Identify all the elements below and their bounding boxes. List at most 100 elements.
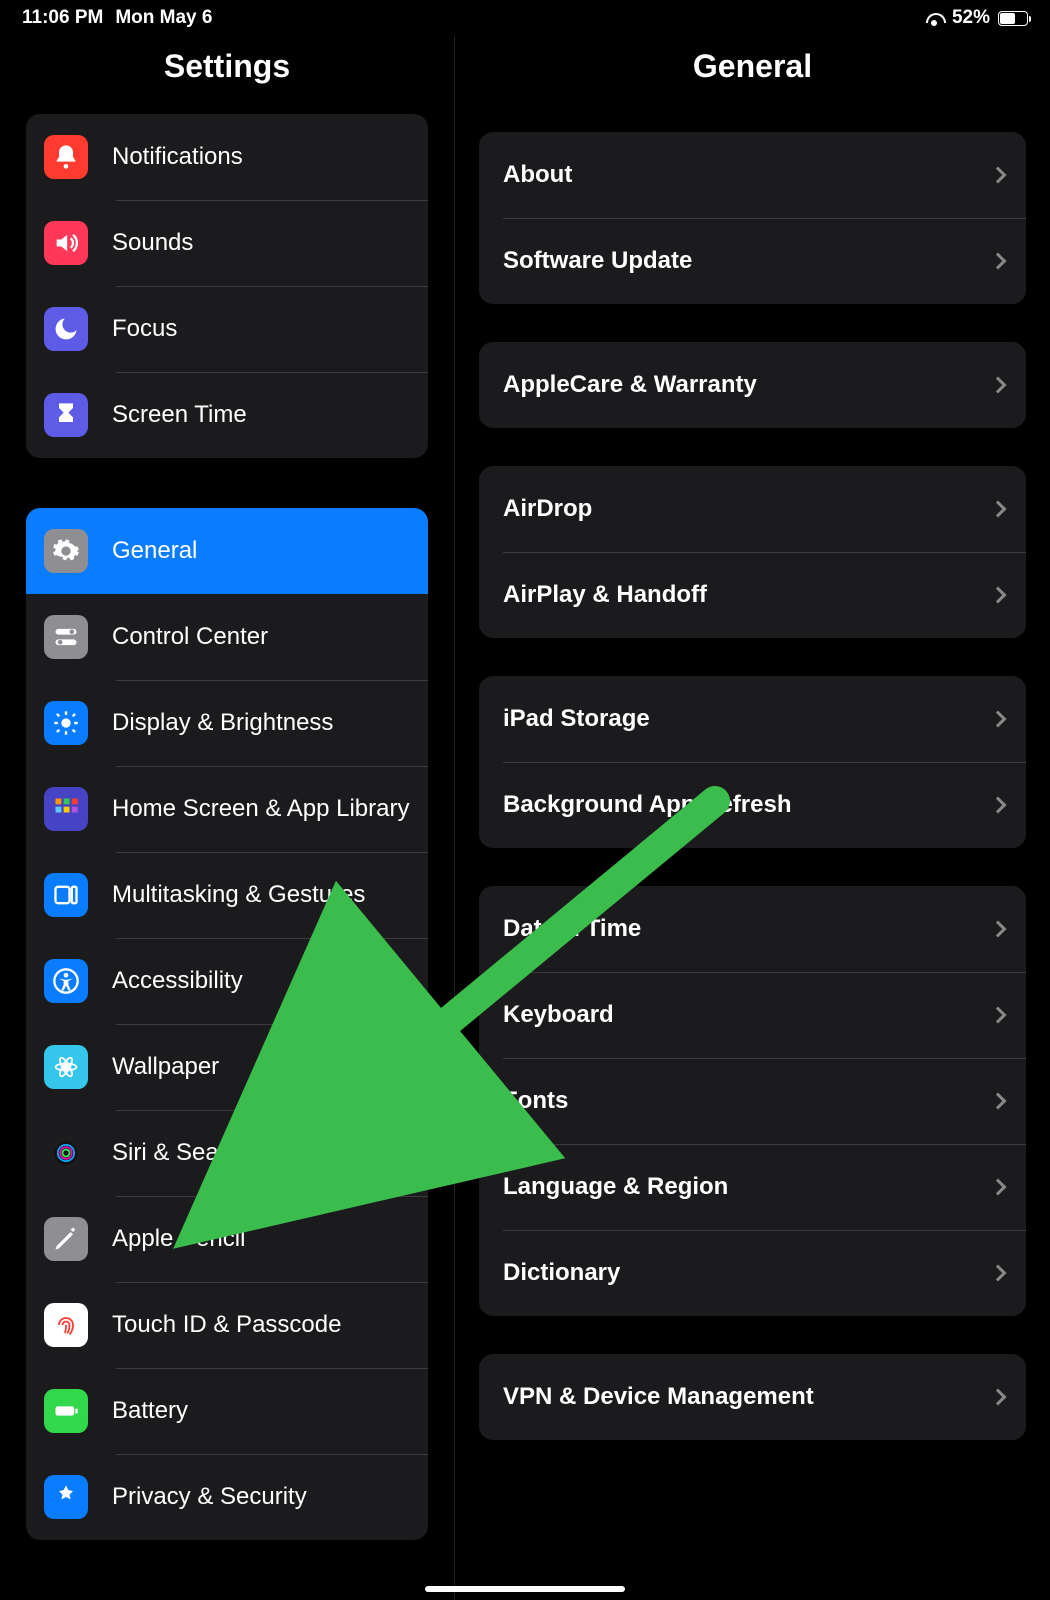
sun-icon <box>44 701 88 745</box>
detail-row-date-time[interactable]: Date & Time <box>479 886 1026 972</box>
wifi-icon <box>924 11 944 26</box>
detail-row-dictionary[interactable]: Dictionary <box>479 1230 1026 1316</box>
detail-row-label: AppleCare & Warranty <box>503 371 757 399</box>
detail-row-airplay-handoff[interactable]: AirPlay & Handoff <box>479 552 1026 638</box>
detail-section: About Software Update <box>479 132 1026 304</box>
sidebar-item-label: Wallpaper <box>112 1052 219 1082</box>
chevron-right-icon <box>990 167 1007 184</box>
chevron-right-icon <box>990 1007 1007 1024</box>
sidebar-item-label: Apple Pencil <box>112 1224 245 1254</box>
chevron-right-icon <box>990 501 1007 518</box>
detail-row-ipad-storage[interactable]: iPad Storage <box>479 676 1026 762</box>
detail-row-label: About <box>503 161 572 189</box>
chevron-right-icon <box>990 921 1007 938</box>
detail-row-label: Language & Region <box>503 1173 728 1201</box>
gear-icon <box>44 529 88 573</box>
sidebar-section: Notifications Sounds Focus Screen Time <box>26 114 428 458</box>
detail-section: AppleCare & Warranty <box>479 342 1026 428</box>
detail-row-label: Date & Time <box>503 915 641 943</box>
sidebar-item-label: Notifications <box>112 142 243 172</box>
flower-icon <box>44 1045 88 1089</box>
multitask-icon <box>44 873 88 917</box>
detail-row-label: Fonts <box>503 1087 568 1115</box>
detail-row-label: iPad Storage <box>503 705 650 733</box>
status-bar: 11:06 PM Mon May 6 52% <box>0 0 1050 36</box>
chevron-right-icon <box>990 1093 1007 1110</box>
sidebar-item-wallpaper[interactable]: Wallpaper <box>26 1024 428 1110</box>
sidebar-item-home-screen[interactable]: Home Screen & App Library <box>26 766 428 852</box>
chevron-right-icon <box>990 711 1007 728</box>
sidebar-item-label: Privacy & Security <box>112 1482 307 1512</box>
sidebar-item-display-brightness[interactable]: Display & Brightness <box>26 680 428 766</box>
detail-row-background-refresh[interactable]: Background App Refresh <box>479 762 1026 848</box>
sidebar-item-label: Siri & Search <box>112 1138 252 1168</box>
sidebar-item-screen-time[interactable]: Screen Time <box>26 372 428 458</box>
detail-row-label: Background App Refresh <box>503 791 791 819</box>
sidebar-title: Settings <box>0 36 454 114</box>
detail-row-language-region[interactable]: Language & Region <box>479 1144 1026 1230</box>
detail-row-label: Dictionary <box>503 1259 620 1287</box>
sidebar-item-label: Display & Brightness <box>112 708 333 738</box>
sidebar-item-privacy-security[interactable]: Privacy & Security <box>26 1454 428 1540</box>
sidebar-item-label: Accessibility <box>112 966 243 996</box>
sidebar-item-label: Screen Time <box>112 400 247 430</box>
sidebar-item-control-center[interactable]: Control Center <box>26 594 428 680</box>
siri-icon <box>44 1131 88 1175</box>
toggles-icon <box>44 615 88 659</box>
detail-row-software-update[interactable]: Software Update <box>479 218 1026 304</box>
chevron-right-icon <box>990 1179 1007 1196</box>
detail-row-label: Keyboard <box>503 1001 614 1029</box>
battery-icon <box>998 11 1028 26</box>
detail-row-label: VPN & Device Management <box>503 1383 814 1411</box>
detail-row-keyboard[interactable]: Keyboard <box>479 972 1026 1058</box>
detail-section: Date & Time Keyboard Fonts Language & Regio… <box>479 886 1026 1316</box>
status-battery-pct: 52% <box>952 7 990 29</box>
sidebar-item-apple-pencil[interactable]: Apple Pencil <box>26 1196 428 1282</box>
sidebar-item-label: Touch ID & Passcode <box>112 1310 341 1340</box>
moon-icon <box>44 307 88 351</box>
sidebar-item-touchid-passcode[interactable]: Touch ID & Passcode <box>26 1282 428 1368</box>
speaker-icon <box>44 221 88 265</box>
sidebar-item-battery[interactable]: Battery <box>26 1368 428 1454</box>
detail-row-about[interactable]: About <box>479 132 1026 218</box>
sidebar-item-multitasking[interactable]: Multitasking & Gestures <box>26 852 428 938</box>
sidebar-item-label: Home Screen & App Library <box>112 794 409 824</box>
sidebar-item-notifications[interactable]: Notifications <box>26 114 428 200</box>
sidebar-item-general[interactable]: General <box>26 508 428 594</box>
sidebar-item-accessibility[interactable]: Accessibility <box>26 938 428 1024</box>
detail-row-vpn-device-mgmt[interactable]: VPN & Device Management <box>479 1354 1026 1440</box>
detail-title: General <box>479 36 1026 114</box>
general-detail-pane[interactable]: General About Software Update AppleCare & … <box>454 36 1050 1600</box>
detail-row-label: AirPlay & Handoff <box>503 581 707 609</box>
sidebar-item-sounds[interactable]: Sounds <box>26 200 428 286</box>
hourglass-icon <box>44 393 88 437</box>
home-indicator[interactable] <box>425 1586 625 1592</box>
accessibility-icon <box>44 959 88 1003</box>
sidebar-item-label: Multitasking & Gestures <box>112 880 365 910</box>
bell-badge-icon <box>44 135 88 179</box>
hand-icon <box>44 1475 88 1519</box>
sidebar-section: General Control Center Display & Brightnes… <box>26 508 428 1540</box>
detail-row-applecare[interactable]: AppleCare & Warranty <box>479 342 1026 428</box>
sidebar-item-label: Focus <box>112 314 177 344</box>
detail-row-label: Software Update <box>503 247 692 275</box>
battery-icon <box>44 1389 88 1433</box>
detail-row-airdrop[interactable]: AirDrop <box>479 466 1026 552</box>
settings-sidebar[interactable]: Settings Notifications Sounds Focus Screen … <box>0 36 454 1600</box>
detail-section: VPN & Device Management <box>479 1354 1026 1440</box>
chevron-right-icon <box>990 1265 1007 1282</box>
fingerprint-icon <box>44 1303 88 1347</box>
sidebar-item-label: Sounds <box>112 228 193 258</box>
sidebar-item-siri-search[interactable]: Siri & Search <box>26 1110 428 1196</box>
pencil-icon <box>44 1217 88 1261</box>
detail-row-fonts[interactable]: Fonts <box>479 1058 1026 1144</box>
chevron-right-icon <box>990 253 1007 270</box>
detail-row-label: AirDrop <box>503 495 592 523</box>
chevron-right-icon <box>990 1389 1007 1406</box>
status-date: Mon May 6 <box>115 7 212 29</box>
sidebar-item-label: Battery <box>112 1396 188 1426</box>
sidebar-item-label: Control Center <box>112 622 268 652</box>
sidebar-item-focus[interactable]: Focus <box>26 286 428 372</box>
detail-section: iPad Storage Background App Refresh <box>479 676 1026 848</box>
sidebar-item-label: General <box>112 536 197 566</box>
